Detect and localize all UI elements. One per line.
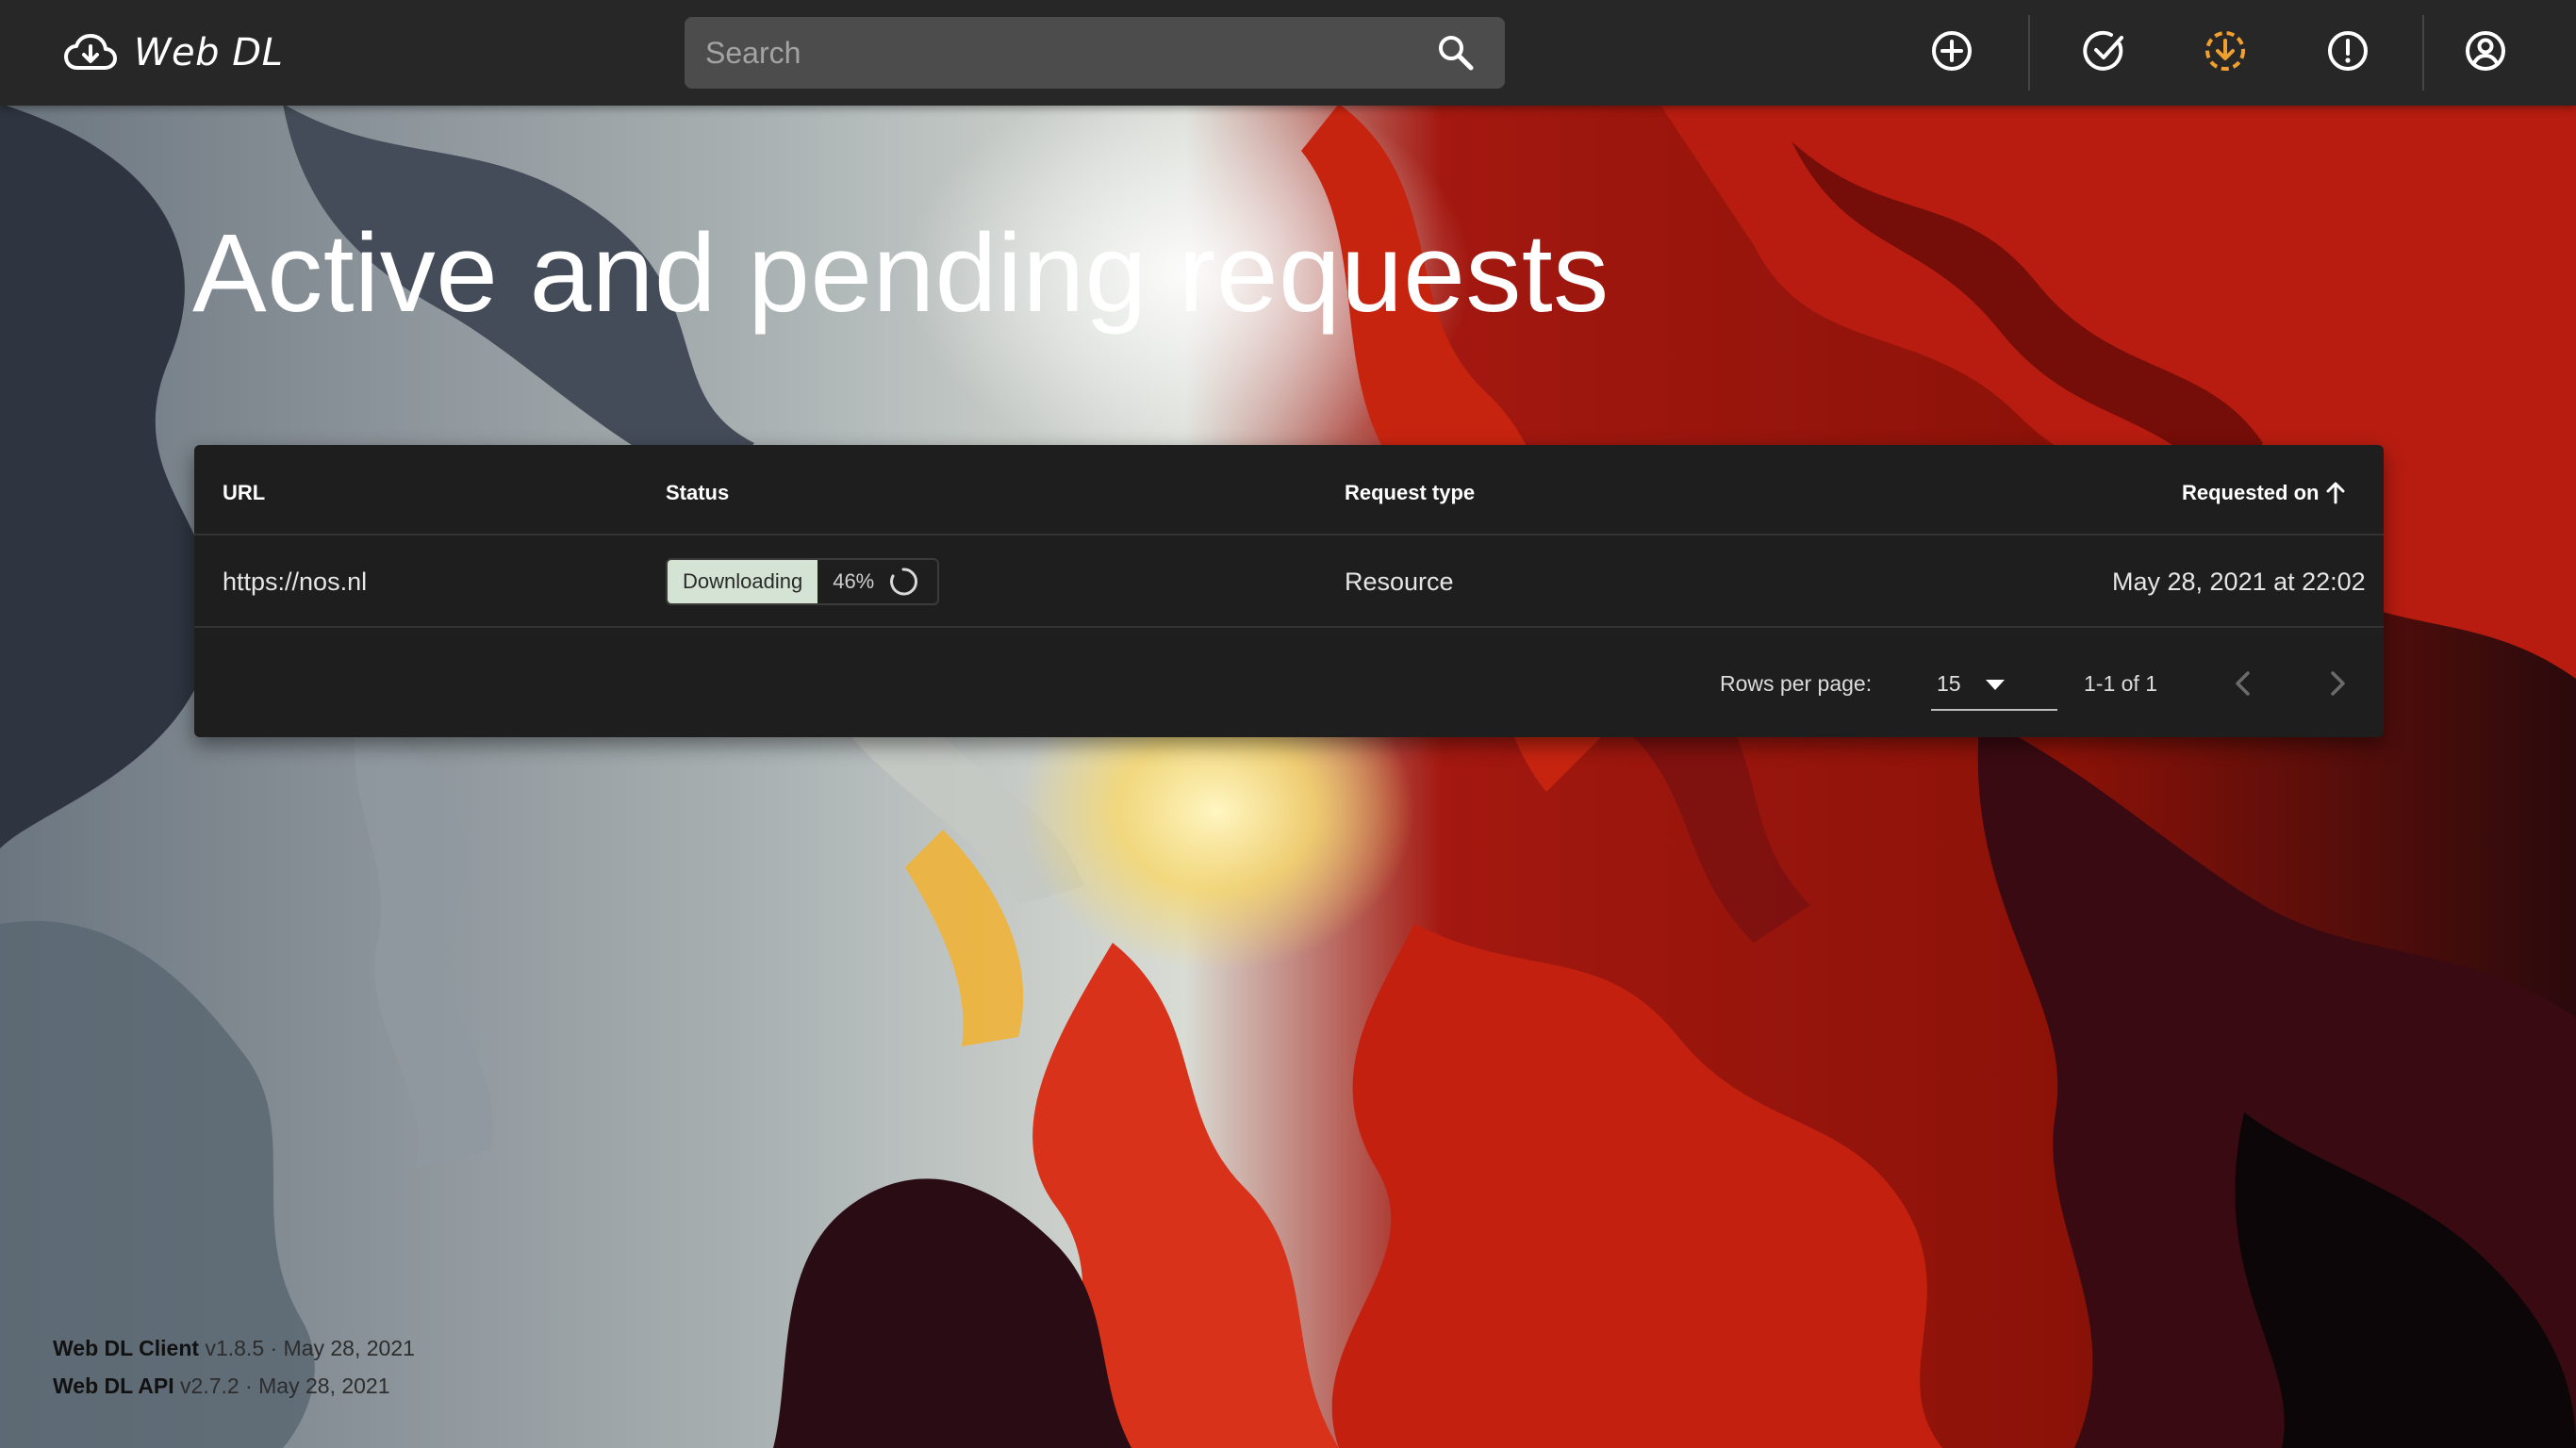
api-meta: v2.7.2 · May 28, 2021 xyxy=(180,1374,390,1398)
client-meta: v1.8.5 · May 28, 2021 xyxy=(205,1336,415,1360)
status-badge: Downloading 46% xyxy=(666,558,939,605)
version-info: Web DL Client v1.8.5 · May 28, 2021 Web … xyxy=(53,1329,415,1405)
rows-per-page-select[interactable]: 15 xyxy=(1931,658,2057,711)
row-requested-on: May 28, 2021 at 22:02 xyxy=(2112,568,2366,596)
column-header-status[interactable]: Status xyxy=(666,479,729,507)
account-circle-icon[interactable] xyxy=(2463,28,2508,74)
download-progress-icon[interactable] xyxy=(2203,28,2248,74)
row-request-type: Resource xyxy=(1345,568,1454,596)
arrow-up-icon xyxy=(2326,482,2345,504)
check-circle-icon[interactable] xyxy=(2082,28,2127,74)
divider xyxy=(194,626,2384,628)
cloud-download-icon xyxy=(64,34,117,70)
api-version: Web DL API v2.7.2 · May 28, 2021 xyxy=(53,1367,415,1405)
divider xyxy=(194,534,2384,535)
table-pagination: Rows per page: 15 1-1 of 1 xyxy=(194,632,2384,737)
column-header-url[interactable]: URL xyxy=(223,479,265,507)
chevron-left-icon[interactable] xyxy=(2220,660,2267,707)
app-bar: Web DL xyxy=(0,0,2576,106)
page-range: 1-1 of 1 xyxy=(2084,671,2157,696)
search-bar xyxy=(685,17,1505,89)
search-input[interactable] xyxy=(705,17,1422,89)
rows-per-page-value: 15 xyxy=(1937,671,1961,696)
status-label: Downloading xyxy=(668,560,818,603)
nav-divider xyxy=(2028,15,2030,90)
column-header-request-type[interactable]: Request type xyxy=(1345,479,1475,507)
chevron-right-icon[interactable] xyxy=(2314,660,2361,707)
row-url[interactable]: https://nos.nl xyxy=(223,566,367,598)
spinner-icon xyxy=(890,568,918,596)
requests-table: URL Status Request type Requested on htt… xyxy=(194,445,2384,737)
column-header-requested-on[interactable]: Requested on xyxy=(2182,479,2349,507)
progress-text: 46% xyxy=(833,569,875,593)
caret-down-icon xyxy=(1986,680,2005,690)
column-header-label: Requested on xyxy=(2182,481,2320,504)
brand[interactable]: Web DL xyxy=(64,32,283,74)
alert-circle-icon[interactable] xyxy=(2325,28,2370,74)
page-title: Active and pending requests xyxy=(192,211,1610,336)
search-icon[interactable] xyxy=(1435,32,1477,74)
app-title: Web DL xyxy=(134,31,284,74)
nav-divider xyxy=(2422,15,2424,90)
rows-per-page-label: Rows per page: xyxy=(1720,671,1873,696)
client-name: Web DL Client xyxy=(53,1336,200,1360)
client-version: Web DL Client v1.8.5 · May 28, 2021 xyxy=(53,1329,415,1367)
api-name: Web DL API xyxy=(53,1374,174,1398)
add-circle-icon[interactable] xyxy=(1929,28,1974,74)
